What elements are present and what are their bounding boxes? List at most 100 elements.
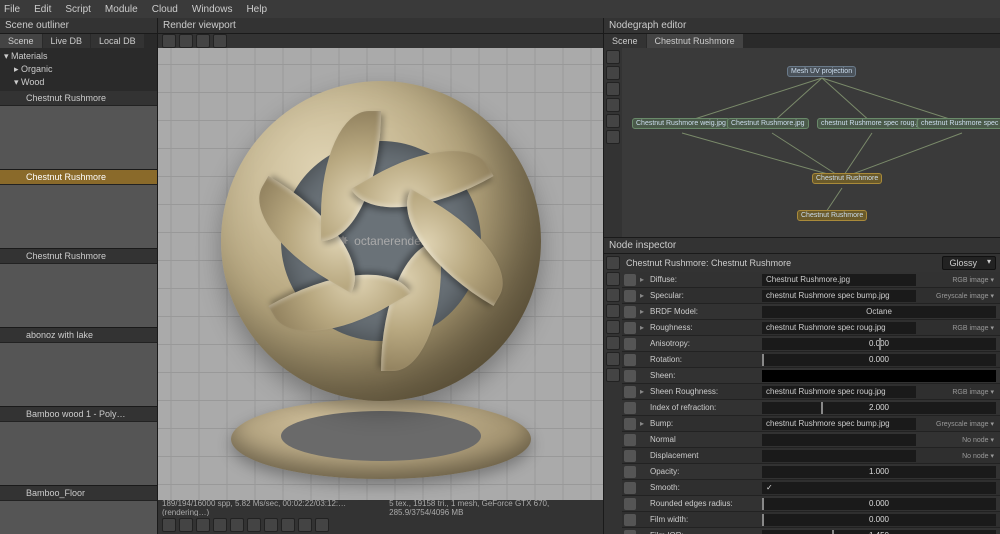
vp-lock-icon[interactable] bbox=[247, 518, 261, 532]
property-pin-icon[interactable] bbox=[624, 306, 636, 318]
node-output[interactable]: Chestnut Rushmore bbox=[797, 210, 867, 221]
property-value[interactable]: Chestnut Rushmore.jpg bbox=[762, 274, 916, 286]
property-pin-icon[interactable] bbox=[624, 322, 636, 334]
ng-tool-zoom-icon[interactable] bbox=[606, 82, 620, 96]
ng-tool-pan-icon[interactable] bbox=[606, 66, 620, 80]
property-pin-icon[interactable] bbox=[624, 386, 636, 398]
vp-pick-icon[interactable] bbox=[298, 518, 312, 532]
property-pin-icon[interactable] bbox=[624, 274, 636, 286]
insp-tool-5-icon[interactable] bbox=[606, 320, 620, 334]
vp-pause-icon[interactable] bbox=[179, 518, 193, 532]
property-pin-icon[interactable] bbox=[624, 290, 636, 302]
property-expand-arrow[interactable]: ▸ bbox=[640, 275, 650, 284]
property-pin-icon[interactable] bbox=[624, 482, 636, 494]
tab-scene[interactable]: Scene bbox=[0, 34, 42, 48]
vp-restart-icon[interactable] bbox=[162, 518, 176, 532]
node-tex-3[interactable]: chestnut Rushmore spec bump.jpg bbox=[917, 118, 1000, 129]
tree-organic[interactable]: ▸ Organic bbox=[4, 63, 153, 76]
property-pin-icon[interactable] bbox=[624, 418, 636, 430]
node-mesh-uv[interactable]: Mesh UV projection bbox=[787, 66, 856, 77]
property-pin-icon[interactable] bbox=[624, 338, 636, 350]
insp-tool-6-icon[interactable] bbox=[606, 336, 620, 350]
property-pin-icon[interactable] bbox=[624, 450, 636, 462]
ng-tool-layout-icon[interactable] bbox=[606, 114, 620, 128]
property-pin-icon[interactable] bbox=[624, 434, 636, 446]
property-value[interactable] bbox=[762, 370, 996, 382]
vp-tool-4[interactable] bbox=[213, 34, 227, 48]
menu-module[interactable]: Module bbox=[105, 4, 138, 15]
tab-livedb[interactable]: Live DB bbox=[43, 34, 91, 48]
ng-tab-material[interactable]: Chestnut Rushmore bbox=[647, 34, 743, 48]
menu-script[interactable]: Script bbox=[65, 4, 91, 15]
property-pin-icon[interactable] bbox=[624, 370, 636, 382]
menu-file[interactable]: File bbox=[4, 4, 20, 15]
ng-tool-group-icon[interactable] bbox=[606, 130, 620, 144]
ng-tab-scene[interactable]: Scene bbox=[604, 34, 646, 48]
insp-tool-1-icon[interactable] bbox=[606, 256, 620, 270]
vp-region-icon[interactable] bbox=[264, 518, 278, 532]
property-type-dropdown[interactable]: RGB image bbox=[918, 276, 998, 284]
property-value[interactable] bbox=[762, 450, 916, 462]
property-expand-arrow[interactable]: ▸ bbox=[640, 323, 650, 332]
tree-wood[interactable]: ▾ Wood bbox=[4, 76, 153, 89]
insp-tool-3-icon[interactable] bbox=[606, 288, 620, 302]
material-item-0[interactable]: Chestnut Rushmore bbox=[0, 91, 157, 170]
property-value[interactable]: chestnut Rushmore spec bump.jpg bbox=[762, 418, 916, 430]
node-tex-1[interactable]: Chestnut Rushmore.jpg bbox=[727, 118, 809, 129]
insp-tool-2-icon[interactable] bbox=[606, 272, 620, 286]
property-expand-arrow[interactable]: ▸ bbox=[640, 307, 650, 316]
property-value[interactable]: chestnut Rushmore spec roug.jpg bbox=[762, 322, 916, 334]
property-expand-arrow[interactable]: ▸ bbox=[640, 291, 650, 300]
property-type-dropdown[interactable]: RGB image bbox=[918, 324, 998, 332]
material-item-1[interactable]: Chestnut Rushmore bbox=[0, 170, 157, 249]
ng-tool-select-icon[interactable] bbox=[606, 50, 620, 64]
menu-help[interactable]: Help bbox=[246, 4, 267, 15]
node-tex-0[interactable]: Chestnut Rushmore weig.jpg bbox=[632, 118, 730, 129]
property-type-dropdown[interactable]: No node bbox=[918, 436, 998, 444]
vp-focus-icon[interactable] bbox=[281, 518, 295, 532]
tree-root[interactable]: ▾ Materials bbox=[4, 50, 153, 63]
property-value[interactable]: 0.000 bbox=[762, 338, 996, 350]
property-value[interactable]: 0.000 bbox=[762, 354, 996, 366]
property-value[interactable]: Octane bbox=[762, 306, 996, 318]
property-pin-icon[interactable] bbox=[624, 354, 636, 366]
property-pin-icon[interactable] bbox=[624, 402, 636, 414]
vp-tool-2[interactable] bbox=[179, 34, 193, 48]
render-view[interactable]: octanerender bbox=[158, 48, 603, 500]
property-value[interactable]: 0.000 bbox=[762, 498, 996, 510]
property-type-dropdown[interactable]: No node bbox=[918, 452, 998, 460]
property-pin-icon[interactable] bbox=[624, 498, 636, 510]
property-value[interactable] bbox=[762, 434, 916, 446]
property-value[interactable]: 0.000 bbox=[762, 514, 996, 526]
property-expand-arrow[interactable]: ▸ bbox=[640, 419, 650, 428]
menu-cloud[interactable]: Cloud bbox=[152, 4, 178, 15]
vp-tool-3[interactable] bbox=[196, 34, 210, 48]
vp-tool-1[interactable] bbox=[162, 34, 176, 48]
property-expand-arrow[interactable]: ▸ bbox=[640, 387, 650, 396]
menu-edit[interactable]: Edit bbox=[34, 4, 51, 15]
property-value[interactable] bbox=[762, 482, 996, 494]
property-value[interactable]: 1.450 bbox=[762, 530, 996, 534]
property-value[interactable]: 2.000 bbox=[762, 402, 996, 414]
property-pin-icon[interactable] bbox=[624, 466, 636, 478]
property-type-dropdown[interactable]: RGB image bbox=[918, 388, 998, 396]
property-type-dropdown[interactable]: Greyscale image bbox=[918, 292, 998, 300]
material-item-5[interactable]: Bamboo_Floor bbox=[0, 486, 157, 534]
tab-localdb[interactable]: Local DB bbox=[91, 34, 144, 48]
property-type-dropdown[interactable]: Greyscale image bbox=[918, 420, 998, 428]
property-value[interactable]: chestnut Rushmore spec bump.jpg bbox=[762, 290, 916, 302]
vp-camera-icon[interactable] bbox=[230, 518, 244, 532]
nodegraph-canvas[interactable]: Mesh UV projection Chestnut Rushmore wei… bbox=[622, 48, 1000, 237]
property-value[interactable]: chestnut Rushmore spec roug.jpg bbox=[762, 386, 916, 398]
node-tex-2[interactable]: chestnut Rushmore spec roug.jpg bbox=[817, 118, 930, 129]
vp-info-icon[interactable] bbox=[315, 518, 329, 532]
menu-windows[interactable]: Windows bbox=[192, 4, 233, 15]
property-pin-icon[interactable] bbox=[624, 530, 636, 534]
insp-tool-4-icon[interactable] bbox=[606, 304, 620, 318]
material-item-4[interactable]: Bamboo wood 1 - Poly… bbox=[0, 407, 157, 486]
node-material[interactable]: Chestnut Rushmore bbox=[812, 173, 882, 184]
vp-save-icon[interactable] bbox=[213, 518, 227, 532]
inspector-type-dropdown[interactable]: Glossy bbox=[942, 256, 996, 270]
vp-stop-icon[interactable] bbox=[196, 518, 210, 532]
property-pin-icon[interactable] bbox=[624, 514, 636, 526]
